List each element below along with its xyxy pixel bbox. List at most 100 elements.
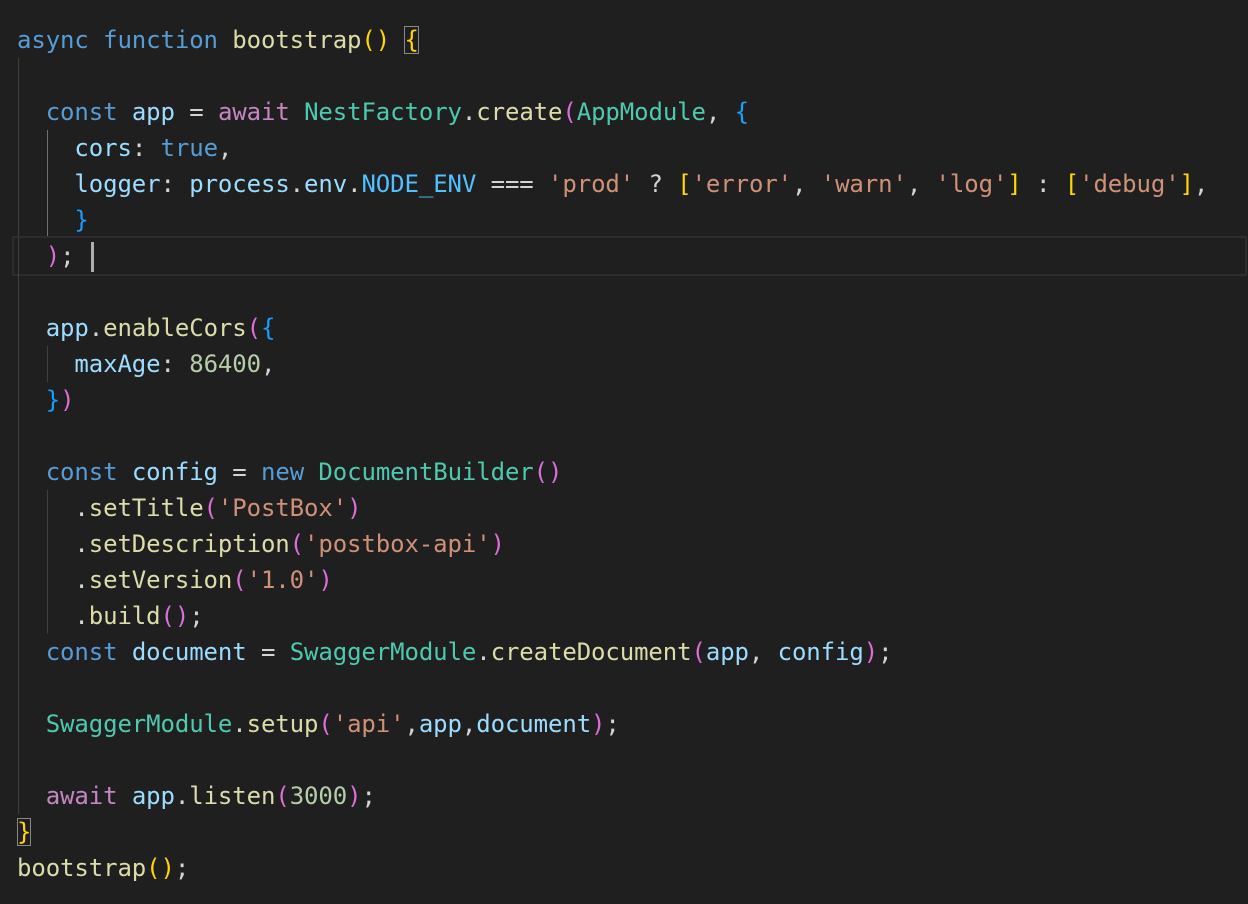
indent-guide <box>18 634 19 670</box>
code-line-6[interactable]: } <box>17 202 1245 238</box>
indent-guide <box>18 706 19 742</box>
code-line-16[interactable]: .setVersion('1.0') <box>17 562 1245 598</box>
code-line-7-current[interactable]: ); <box>12 236 1247 276</box>
indent-guide <box>18 742 19 778</box>
indent-guide <box>47 562 48 598</box>
keyword-const: const <box>45 98 118 126</box>
operator: = <box>260 638 276 666</box>
number-literal: 3000 <box>289 782 348 810</box>
code-line-19[interactable] <box>17 670 1245 706</box>
variable-app: app <box>131 782 175 810</box>
indent-guide <box>18 238 19 274</box>
code-line-11[interactable]: }) <box>17 382 1245 418</box>
method-name: createDocument <box>490 638 692 666</box>
keyword-const: const <box>45 458 118 486</box>
open-brace-matched: { <box>404 26 419 54</box>
indent-guide <box>47 490 48 526</box>
method-name: setVersion <box>88 566 233 594</box>
code-line-17[interactable]: .build(); <box>17 598 1245 634</box>
class-name: DocumentBuilder <box>318 458 534 486</box>
operator: === <box>490 170 534 198</box>
code-line-13[interactable]: const config = new DocumentBuilder() <box>17 454 1245 490</box>
code-line-4[interactable]: cors: true, <box>17 130 1245 166</box>
variable-app: app <box>45 314 89 342</box>
indent-guide <box>18 94 19 130</box>
code-line-3[interactable]: const app = await NestFactory.create(App… <box>17 94 1245 130</box>
indent-guide <box>18 562 19 598</box>
string-literal: 'PostBox' <box>217 494 348 522</box>
code-editor[interactable]: async function bootstrap() { const app =… <box>0 0 1248 904</box>
indent-guide <box>18 346 19 382</box>
close-brace-matched: } <box>17 818 32 846</box>
string-literal: '1.0' <box>246 566 319 594</box>
indent-guide <box>47 598 48 634</box>
variable: process <box>189 170 290 198</box>
indent-guide <box>47 130 48 166</box>
class-name: SwaggerModule <box>289 638 477 666</box>
variable-config: config <box>131 458 218 486</box>
indent-guide <box>18 166 19 202</box>
code-line-24[interactable]: bootstrap(); <box>17 850 1245 886</box>
string-literal: 'debug' <box>1079 170 1180 198</box>
keyword-await: await <box>217 98 290 126</box>
indent-guide <box>18 418 19 454</box>
code-line-1[interactable]: async function bootstrap() { <box>17 22 1245 58</box>
class-name: NestFactory <box>304 98 462 126</box>
function-name: bootstrap <box>232 26 362 54</box>
indent-guide <box>47 166 48 202</box>
code-line-18[interactable]: const document = SwaggerModule.createDoc… <box>17 634 1245 670</box>
method-name: setup <box>246 710 319 738</box>
constant: NODE_ENV <box>361 170 477 198</box>
code-line-2[interactable] <box>17 58 1245 94</box>
operator: = <box>189 98 204 126</box>
keyword-await: await <box>45 782 118 810</box>
class-name: AppModule <box>576 98 706 126</box>
variable-document: document <box>131 638 247 666</box>
string-literal: 'error' <box>691 170 793 198</box>
indent-guide <box>18 670 19 706</box>
indent-guide <box>18 58 19 94</box>
argument: config <box>777 638 864 666</box>
indent-guide <box>18 274 19 310</box>
property-key: logger <box>74 170 161 198</box>
indent-guide <box>18 130 19 166</box>
boolean-literal: true <box>160 134 219 162</box>
keyword-const: const <box>45 638 118 666</box>
method-name: enableCors <box>103 314 247 342</box>
function-call: bootstrap <box>17 854 147 882</box>
code-line-15[interactable]: .setDescription('postbox-api') <box>17 526 1245 562</box>
paren-pair: () <box>361 26 391 54</box>
string-literal: 'postbox-api' <box>304 530 491 558</box>
code-line-5[interactable]: logger: process.env.NODE_ENV === 'prod' … <box>17 166 1245 202</box>
operator: ? <box>648 170 663 198</box>
property-key: maxAge <box>74 350 161 378</box>
code-line-8[interactable] <box>17 274 1245 310</box>
keyword-async: async <box>17 26 89 54</box>
code-line-22[interactable]: await app.listen(3000); <box>17 778 1245 814</box>
indent-guide <box>18 202 19 238</box>
text-cursor <box>90 242 94 272</box>
code-line-12[interactable] <box>17 418 1245 454</box>
code-line-10[interactable]: maxAge: 86400, <box>17 346 1245 382</box>
argument: app <box>705 638 749 666</box>
indent-guide <box>47 202 48 238</box>
code-line-14[interactable]: .setTitle('PostBox') <box>17 490 1245 526</box>
variable-app: app <box>131 98 175 126</box>
method-name: listen <box>189 782 276 810</box>
indent-guide <box>47 346 48 382</box>
keyword-new: new <box>261 458 305 486</box>
code-line-20[interactable]: SwaggerModule.setup('api',app,document); <box>17 706 1245 742</box>
code-line-23[interactable]: } <box>17 814 1245 850</box>
method-name: setDescription <box>88 530 290 558</box>
operator: = <box>232 458 247 486</box>
string-literal: 'api' <box>332 710 405 738</box>
number-literal: 86400 <box>189 350 261 378</box>
code-line-9[interactable]: app.enableCors({ <box>17 310 1245 346</box>
indent-guide <box>18 598 19 634</box>
string-literal: 'prod' <box>548 170 635 198</box>
string-literal: 'warn' <box>820 170 907 198</box>
indent-guide <box>47 526 48 562</box>
keyword-function: function <box>103 26 218 54</box>
code-line-21[interactable] <box>17 742 1245 778</box>
code-lines[interactable]: async function bootstrap() { const app =… <box>12 22 1247 886</box>
